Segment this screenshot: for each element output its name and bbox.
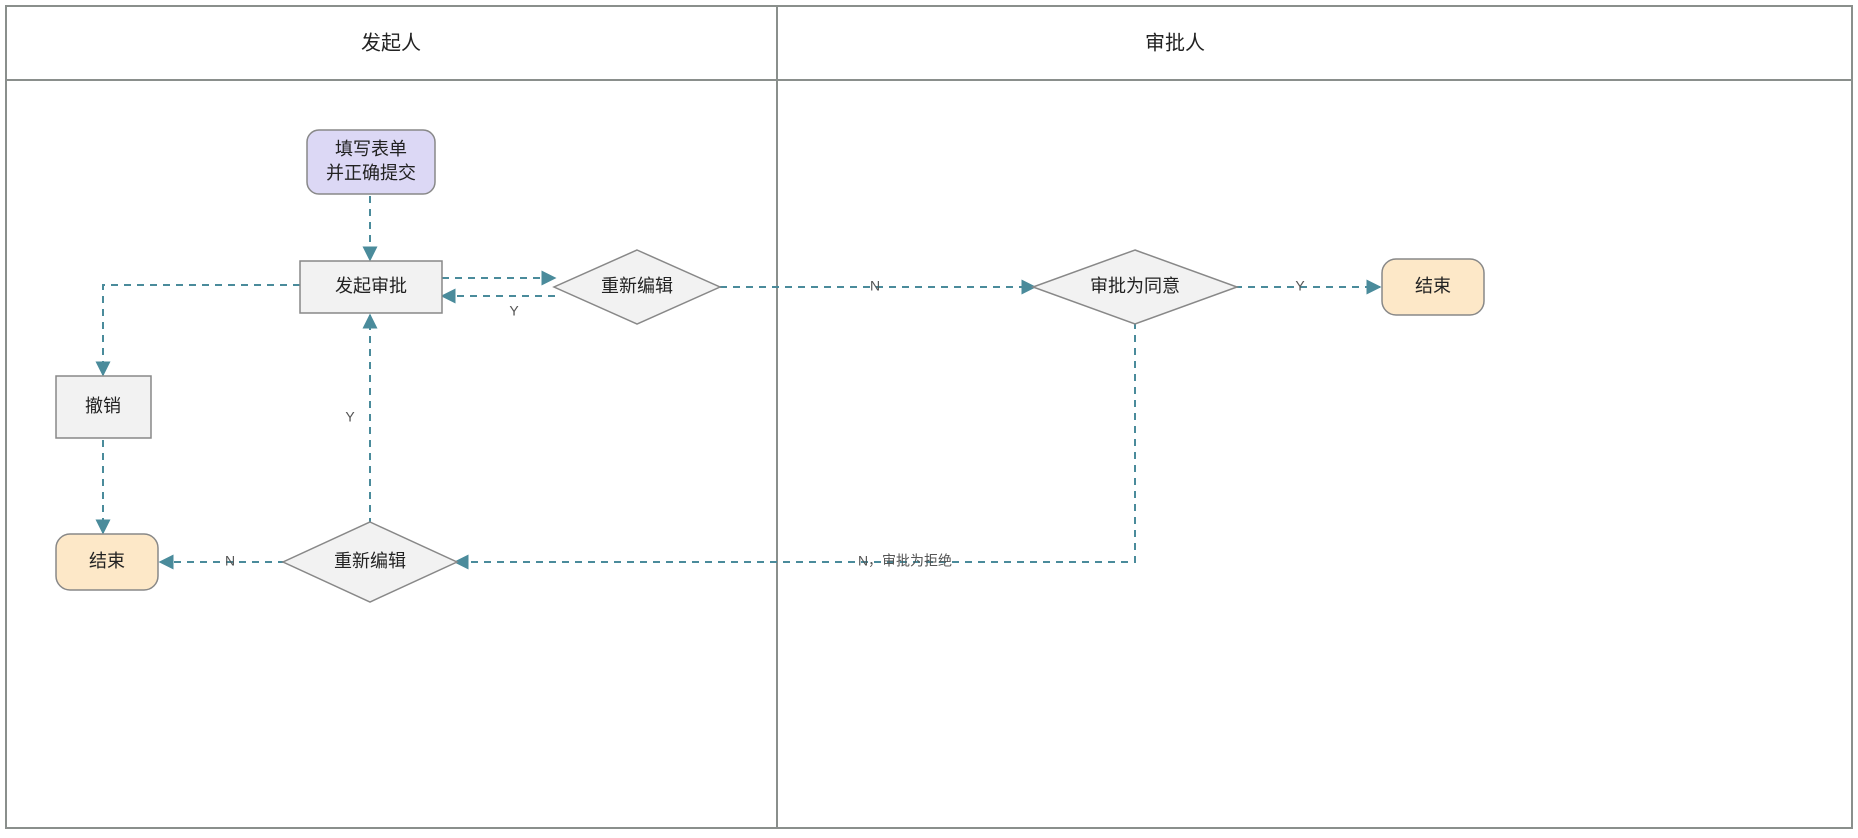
label-reedit-bottom-y: Y	[345, 409, 355, 425]
flowchart: 发起人 审批人 Y N Y N，审批为拒绝 Y N 填写表单 并正确提交 发起审…	[0, 0, 1858, 838]
label-approve-y: Y	[1295, 278, 1305, 294]
node-approve-label: 审批为同意	[1090, 276, 1180, 296]
node-start-label1: 填写表单	[335, 139, 407, 159]
label-approve-n: N，审批为拒绝	[858, 553, 952, 569]
lane-title-approver: 审批人	[1145, 31, 1205, 54]
lane-header	[6, 6, 1852, 80]
label-reedit-bottom-n: N	[225, 553, 235, 569]
lane-body	[6, 80, 1852, 828]
node-reedit-bottom: 重新编辑	[283, 522, 457, 602]
node-initiate: 发起审批	[300, 261, 442, 313]
node-initiate-label: 发起审批	[335, 276, 407, 296]
node-reedit-top-label: 重新编辑	[601, 276, 673, 296]
node-start: 填写表单 并正确提交	[307, 130, 435, 194]
lane-title-initiator: 发起人	[361, 31, 421, 54]
node-approve: 审批为同意	[1033, 250, 1237, 324]
label-reedit-top-n: N	[870, 278, 880, 294]
edge-approve-to-reedit-bottom	[455, 322, 1135, 562]
edge-initiate-to-revoke	[103, 285, 300, 375]
node-end-left: 结束	[56, 534, 158, 590]
node-reedit-bottom-label: 重新编辑	[334, 551, 406, 571]
label-reedit-top-y: Y	[509, 303, 519, 319]
node-revoke: 撤销	[56, 376, 151, 438]
node-end-left-label: 结束	[89, 551, 125, 571]
node-end-right-label: 结束	[1415, 276, 1451, 296]
node-end-right: 结束	[1382, 259, 1484, 315]
node-start-label2: 并正确提交	[326, 163, 416, 183]
node-reedit-top: 重新编辑	[554, 250, 720, 324]
node-revoke-label: 撤销	[85, 396, 121, 416]
